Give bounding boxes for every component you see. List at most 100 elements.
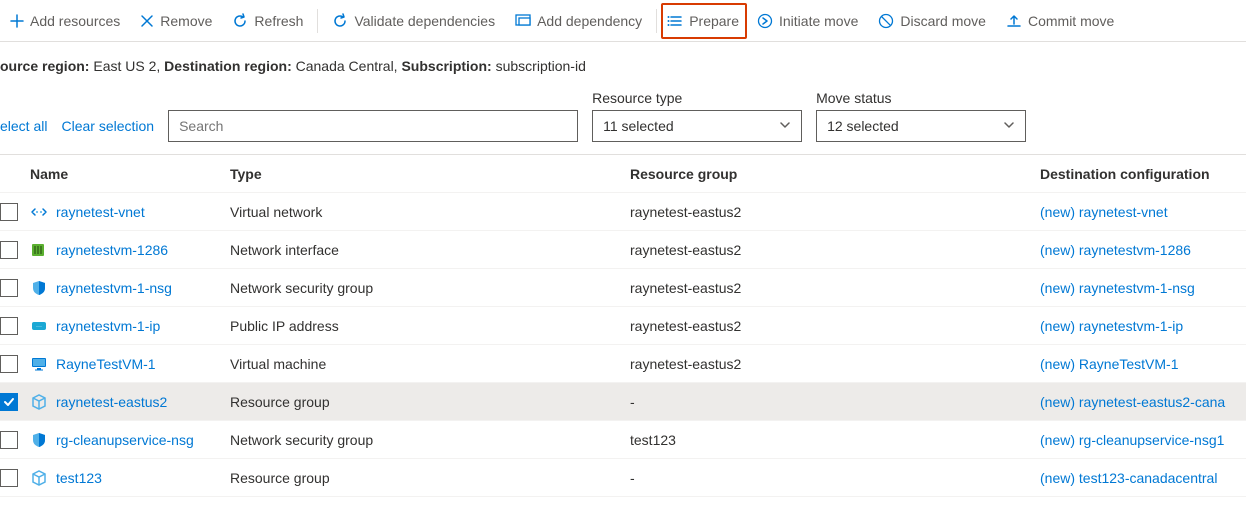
row-checkbox[interactable] (0, 469, 18, 487)
commit-move-label: Commit move (1028, 13, 1114, 29)
chevron-down-icon (1003, 118, 1015, 134)
destination-config-link[interactable]: (new) raynetest-eastus2-cana (1040, 394, 1225, 410)
table-row[interactable]: raynetest-vnet Virtual networkraynetest-e… (0, 193, 1246, 231)
source-region-value: East US 2, (93, 58, 160, 74)
move-status-label: Move status (816, 90, 1026, 106)
upload-icon (1006, 13, 1022, 29)
col-dest[interactable]: Destination configuration (1040, 166, 1246, 182)
destination-config-link[interactable]: (new) test123-canadacentral (1040, 470, 1217, 486)
refresh-label: Refresh (254, 13, 303, 29)
col-type[interactable]: Type (230, 166, 630, 182)
resource-group-cell: test123 (630, 432, 1040, 448)
resource-name-link[interactable]: raynetest-eastus2 (56, 394, 167, 410)
dest-region-value: Canada Central, (296, 58, 398, 74)
table-row[interactable]: raynetestvm-1-nsgNetwork security groupr… (0, 269, 1246, 307)
table-row[interactable]: ··· raynetestvm-1-ip Public IP addressrayn… (0, 307, 1246, 345)
prepare-button[interactable]: Prepare (661, 3, 747, 39)
destination-config-link[interactable]: (new) raynetestvm-1-ip (1040, 318, 1183, 334)
resource-name-link[interactable]: raynetest-vnet (56, 204, 145, 220)
resource-name-link[interactable]: test123 (56, 470, 102, 486)
resource-name-link[interactable]: rg-cleanupservice-nsg (56, 432, 194, 448)
resource-type-cell: Network security group (230, 280, 630, 296)
col-name[interactable]: Name (30, 166, 230, 182)
table-row[interactable]: RayneTestVM-1 Virtual machineraynetest-ea… (0, 345, 1246, 383)
resource-type-icon (30, 431, 48, 449)
table-row[interactable]: rg-cleanupservice-nsg Network security gr… (0, 421, 1246, 459)
row-checkbox[interactable] (0, 203, 18, 221)
resource-type-dropdown[interactable]: 11 selected (592, 110, 802, 142)
subscription-value: subscription-id (496, 58, 586, 74)
col-rg[interactable]: Resource group (630, 166, 1040, 182)
validate-label: Validate dependencies (354, 13, 495, 29)
table-header: Name Type Resource group Destination con… (0, 155, 1246, 193)
source-region-label: ource region: (0, 58, 89, 74)
destination-config-link[interactable]: (new) raynetestvm-1286 (1040, 242, 1191, 258)
resource-type-cell: Public IP address (230, 318, 630, 334)
svg-text:···: ··· (36, 324, 42, 330)
dest-region-label: Destination region: (164, 58, 292, 74)
resource-type-value: 11 selected (603, 118, 674, 134)
row-checkbox[interactable] (0, 241, 18, 259)
resource-group-cell: raynetest-eastus2 (630, 318, 1040, 334)
destination-config-link[interactable]: (new) raynetestvm-1-nsg (1040, 280, 1195, 296)
resource-name-link[interactable]: raynetestvm-1286 (56, 242, 168, 258)
resource-group-cell: raynetest-eastus2 (630, 204, 1040, 220)
refresh-icon (332, 13, 348, 29)
add-resources-button[interactable]: Add resources (0, 3, 130, 39)
resource-group-cell: - (630, 470, 1040, 486)
validate-button[interactable]: Validate dependencies (322, 3, 505, 39)
toolbar-separator (656, 9, 657, 33)
resource-name-link[interactable]: raynetestvm-1-ip (56, 318, 160, 334)
row-checkbox[interactable] (0, 431, 18, 449)
add-dependency-button[interactable]: Add dependency (505, 3, 652, 39)
table-row[interactable]: raynetestvm-1286 Network interfaceraynete… (0, 231, 1246, 269)
resource-type-cell: Resource group (230, 394, 630, 410)
resource-name-link[interactable]: RayneTestVM-1 (56, 356, 156, 372)
resource-group-cell: raynetest-eastus2 (630, 356, 1040, 372)
row-checkbox[interactable] (0, 279, 18, 297)
subscription-label: Subscription: (401, 58, 491, 74)
remove-label: Remove (160, 13, 212, 29)
move-status-filter: Move status 12 selected (816, 90, 1026, 142)
discard-move-button[interactable]: Discard move (868, 3, 996, 39)
resources-table: Name Type Resource group Destination con… (0, 154, 1246, 497)
chevron-down-icon (779, 118, 791, 134)
initiate-move-label: Initiate move (779, 13, 858, 29)
resource-type-cell: Network interface (230, 242, 630, 258)
select-all-link[interactable]: elect all (0, 118, 47, 142)
search-input[interactable] (168, 110, 578, 142)
resource-type-cell: Network security group (230, 432, 630, 448)
row-checkbox[interactable] (0, 393, 18, 411)
resource-type-icon (30, 241, 48, 259)
initiate-move-button[interactable]: Initiate move (747, 3, 868, 39)
destination-config-link[interactable]: (new) raynetest-vnet (1040, 204, 1168, 220)
table-row[interactable]: test123 Resource group-(new) test123-cana… (0, 459, 1246, 497)
resource-type-icon (30, 279, 48, 297)
resource-type-icon (30, 203, 48, 221)
list-icon (667, 13, 683, 29)
resource-type-label: Resource type (592, 90, 802, 106)
filter-row: elect all Clear selection Resource type … (0, 84, 1246, 154)
resource-type-icon (30, 355, 48, 373)
commit-move-button[interactable]: Commit move (996, 3, 1124, 39)
destination-config-link[interactable]: (new) RayneTestVM-1 (1040, 356, 1179, 372)
move-status-dropdown[interactable]: 12 selected (816, 110, 1026, 142)
resource-type-cell: Virtual machine (230, 356, 630, 372)
resource-group-cell: raynetest-eastus2 (630, 242, 1040, 258)
resource-type-icon (30, 469, 48, 487)
refresh-button[interactable]: Refresh (222, 3, 313, 39)
table-row[interactable]: raynetest-eastus2Resource group-(new) ra… (0, 383, 1246, 421)
clear-selection-link[interactable]: Clear selection (61, 118, 154, 142)
prepare-label: Prepare (689, 13, 739, 29)
remove-button[interactable]: Remove (130, 3, 222, 39)
destination-config-link[interactable]: (new) rg-cleanupservice-nsg1 (1040, 432, 1224, 448)
row-checkbox[interactable] (0, 355, 18, 373)
resource-type-cell: Virtual network (230, 204, 630, 220)
row-checkbox[interactable] (0, 317, 18, 335)
dependency-icon (515, 13, 531, 29)
info-bar: ource region: East US 2, Destination reg… (0, 42, 1246, 84)
toolbar-separator (317, 9, 318, 33)
resource-name-link[interactable]: raynetestvm-1-nsg (56, 280, 172, 296)
resource-type-cell: Resource group (230, 470, 630, 486)
toolbar: Add resources Remove Refresh Validate de… (0, 0, 1246, 42)
